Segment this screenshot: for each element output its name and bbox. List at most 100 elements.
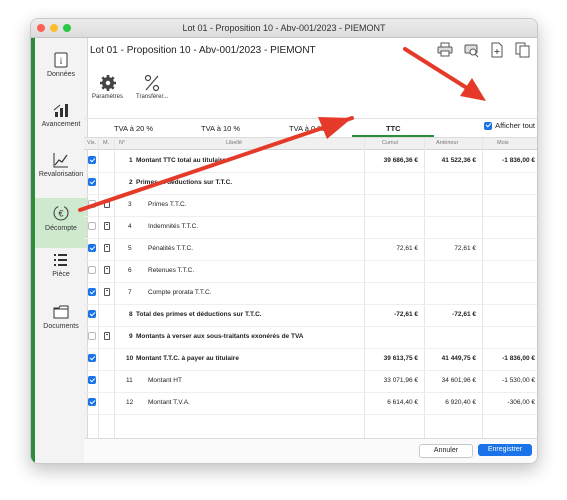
visibility-checkbox[interactable] bbox=[88, 244, 96, 252]
transferer-button[interactable]: Transférer... bbox=[136, 74, 168, 100]
mois-value: -306,00 € bbox=[507, 399, 535, 406]
folder-icon bbox=[53, 305, 69, 319]
calculator-icon[interactable] bbox=[104, 244, 110, 252]
main-panel: Lot 01 - Proposition 10 - Abv-001/2023 -… bbox=[84, 38, 537, 463]
sidebar-item-label: Pièce bbox=[52, 271, 70, 278]
window-title: Lot 01 - Proposition 10 - Abv-001/2023 -… bbox=[182, 23, 386, 33]
row-label: Total des primes et déductions sur T.T.C… bbox=[136, 311, 262, 318]
calculator-icon[interactable] bbox=[104, 200, 110, 208]
save-button[interactable]: Enregistrer bbox=[478, 444, 532, 456]
calculator-icon[interactable] bbox=[104, 332, 110, 340]
col-mois: Mois bbox=[497, 140, 509, 146]
calculator-icon[interactable] bbox=[104, 222, 110, 230]
duplicate-icon[interactable] bbox=[515, 42, 531, 58]
visibility-checkbox[interactable] bbox=[88, 222, 96, 230]
afficher-tout-label: Afficher tout bbox=[495, 121, 535, 130]
table-row[interactable]: 7 Compte prorata T.T.C. bbox=[84, 282, 537, 305]
calculator-icon[interactable] bbox=[104, 266, 110, 274]
title-bar: Lot 01 - Proposition 10 - Abv-001/2023 -… bbox=[31, 19, 537, 38]
table-row[interactable]: 6 Retenues T.T.C. bbox=[84, 260, 537, 283]
mois-value: -1 530,00 € bbox=[502, 377, 535, 384]
table-row[interactable]: 8 Total des primes et déductions sur T.T… bbox=[84, 304, 537, 327]
top-actions bbox=[437, 42, 531, 58]
table-row[interactable]: 5 Pénalités T.T.C. 72,61 € 72,61 € bbox=[84, 238, 537, 261]
table-row[interactable]: 4 Indemnités T.T.C. bbox=[84, 216, 537, 239]
svg-text:€: € bbox=[58, 209, 63, 219]
parametres-button[interactable]: Paramètres bbox=[92, 74, 123, 100]
visibility-checkbox[interactable] bbox=[88, 398, 96, 406]
row-number: 11 bbox=[126, 377, 133, 384]
table-row[interactable]: 11 Montant HT 33 071,96 € 34 601,96 € -1… bbox=[84, 370, 537, 393]
zoom-window-button[interactable] bbox=[63, 24, 71, 32]
row-number: 2 bbox=[129, 179, 133, 186]
col-m: M. bbox=[103, 140, 110, 146]
visibility-checkbox[interactable] bbox=[88, 288, 96, 296]
table-row[interactable]: 3 Primes T.T.C. bbox=[84, 194, 537, 217]
bar-chart-icon bbox=[53, 104, 68, 117]
sidebar-item-label: Décompte bbox=[45, 225, 77, 232]
window-controls bbox=[37, 24, 71, 32]
row-label: Primes et déductions sur T.T.C. bbox=[136, 179, 233, 186]
visibility-checkbox[interactable] bbox=[88, 376, 96, 384]
table-row[interactable]: 9 Montants à verser aux sous-traitants e… bbox=[84, 326, 537, 349]
sidebar-item-label: Avancement bbox=[41, 121, 81, 128]
cancel-button[interactable]: Annuler bbox=[419, 444, 473, 458]
table-row[interactable]: 12 Montant T.V.A. 6 614,40 € 6 920,40 € … bbox=[84, 392, 537, 415]
row-label: Montant HT bbox=[148, 377, 182, 384]
row-number: 6 bbox=[128, 267, 132, 274]
cumul-value: 72,61 € bbox=[396, 245, 418, 252]
info-icon: i bbox=[54, 52, 68, 68]
tab-ttc[interactable]: TTC bbox=[386, 124, 401, 133]
visibility-checkbox[interactable] bbox=[88, 266, 96, 274]
print-preview-icon[interactable] bbox=[463, 42, 479, 58]
sidebar-item-label: Données bbox=[46, 71, 76, 78]
close-window-button[interactable] bbox=[37, 24, 45, 32]
row-number: 3 bbox=[128, 201, 132, 208]
afficher-tout-toggle[interactable]: Afficher tout bbox=[484, 121, 535, 130]
sidebar-item-decompte[interactable]: € Décompte bbox=[35, 198, 87, 248]
gear-icon bbox=[99, 75, 116, 91]
sidebar-item-piece[interactable]: Pièce bbox=[35, 252, 87, 292]
visibility-checkbox[interactable] bbox=[88, 332, 96, 340]
calculator-icon[interactable] bbox=[104, 288, 110, 296]
tab-tva-0[interactable]: TVA à 0 % bbox=[289, 124, 324, 133]
table-row[interactable]: 10 Montant T.T.C. à payer au titulaire 3… bbox=[84, 348, 537, 371]
print-icon[interactable] bbox=[437, 42, 453, 58]
page-title: Lot 01 - Proposition 10 - Abv-001/2023 -… bbox=[90, 45, 316, 56]
cumul-value: 39 613,75 € bbox=[383, 355, 418, 362]
app-window: Lot 01 - Proposition 10 - Abv-001/2023 -… bbox=[30, 18, 538, 464]
active-tab-indicator bbox=[352, 135, 434, 137]
sidebar-item-documents[interactable]: Documents bbox=[35, 304, 87, 344]
tab-tva-20[interactable]: TVA à 20 % bbox=[114, 124, 153, 133]
footer-bar: Annuler Enregistrer bbox=[84, 438, 537, 463]
afficher-tout-checkbox[interactable] bbox=[484, 121, 493, 130]
cumul-value: 6 614,40 € bbox=[387, 399, 418, 406]
row-number: 10 bbox=[126, 355, 134, 362]
anterieur-value: 34 601,96 € bbox=[441, 377, 476, 384]
table-row[interactable]: 2 Primes et déductions sur T.T.C. bbox=[84, 172, 537, 195]
row-label: Primes T.T.C. bbox=[148, 201, 187, 208]
sidebar: i Données Avancement Revalorisation € Dé… bbox=[31, 38, 88, 463]
sidebar-item-avancement[interactable]: Avancement bbox=[35, 102, 87, 142]
new-document-icon[interactable] bbox=[489, 42, 505, 58]
visibility-checkbox[interactable] bbox=[88, 310, 96, 318]
tab-tva-10[interactable]: TVA à 10 % bbox=[201, 124, 240, 133]
cumul-value: -72,61 € bbox=[394, 311, 418, 318]
visibility-checkbox[interactable] bbox=[88, 354, 96, 362]
row-label: Pénalités T.T.C. bbox=[148, 245, 194, 252]
row-label: 1 bbox=[129, 157, 133, 164]
table-row[interactable]: 1 Montant TTC total au titulaire 39 686,… bbox=[84, 150, 537, 173]
sidebar-item-donnees[interactable]: i Données bbox=[35, 52, 87, 92]
row-label: Retenues T.T.C. bbox=[148, 267, 195, 274]
anterieur-value: 41 449,75 € bbox=[441, 355, 476, 362]
anterieur-value: 41 522,36 € bbox=[441, 157, 476, 164]
minimize-window-button[interactable] bbox=[50, 24, 58, 32]
col-cumul: Cumul bbox=[382, 140, 398, 146]
anterieur-value: -72,61 € bbox=[452, 311, 476, 318]
sidebar-item-revalorisation[interactable]: Revalorisation bbox=[35, 152, 87, 192]
col-vis: Vis. bbox=[87, 140, 97, 146]
tva-tabs: TVA à 20 % TVA à 10 % TVA à 0 % TTC Affi… bbox=[84, 119, 537, 138]
visibility-checkbox[interactable] bbox=[88, 156, 96, 164]
visibility-checkbox[interactable] bbox=[88, 200, 96, 208]
visibility-checkbox[interactable] bbox=[88, 178, 96, 186]
